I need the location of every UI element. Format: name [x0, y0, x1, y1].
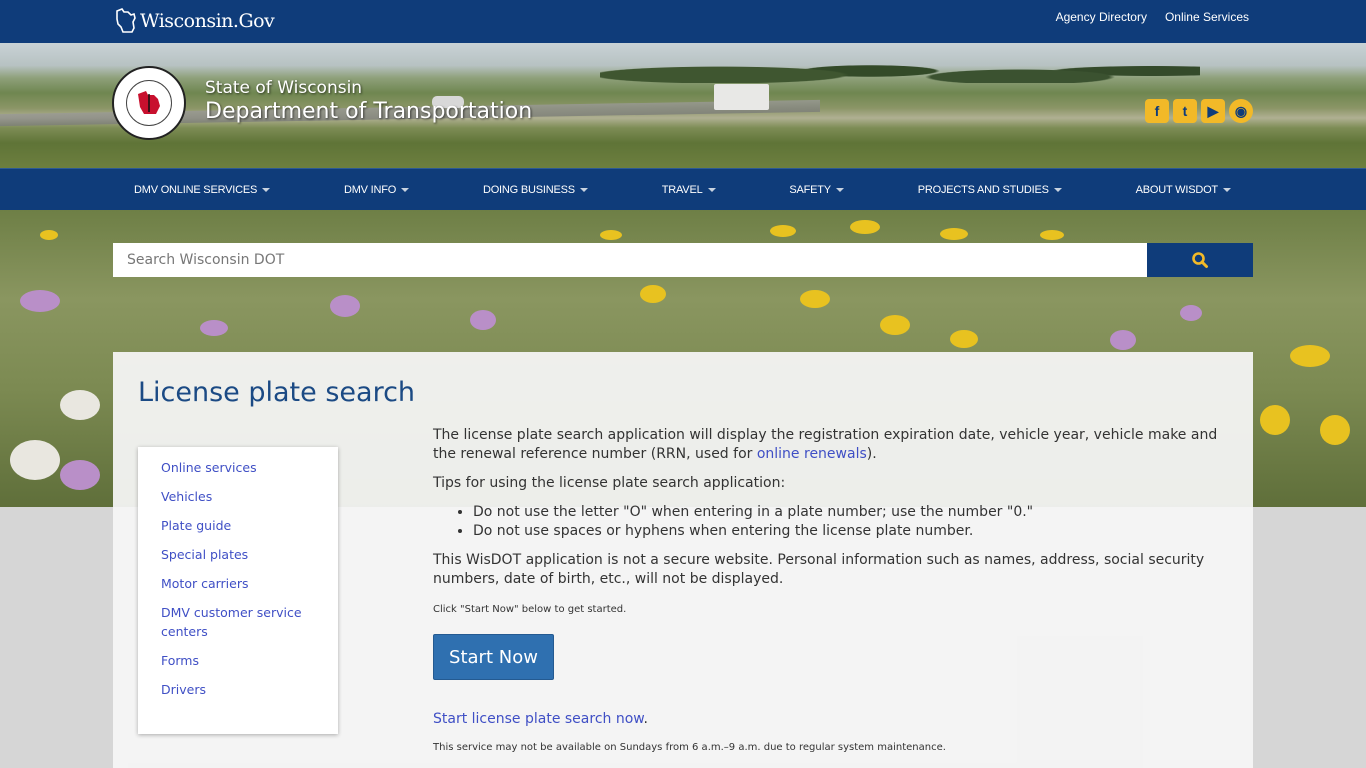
podcast-icon[interactable]: ◉ — [1229, 99, 1253, 123]
nav-label: TRAVEL — [661, 184, 703, 196]
flower — [1320, 415, 1350, 445]
nav-label: DMV INFO — [343, 184, 397, 196]
flower — [60, 390, 100, 420]
nav-label: SAFETY — [789, 184, 831, 196]
start-link-suffix: . — [643, 711, 648, 727]
caret-down-icon — [835, 188, 844, 192]
nav-item-dmv-info[interactable]: DMV INFO — [330, 184, 423, 196]
content-panel: License plate search Online services Veh… — [113, 352, 1253, 768]
flower — [40, 230, 58, 240]
maintenance-note: This service may not be available on Sun… — [433, 742, 946, 753]
main-content: The license plate search application wil… — [433, 426, 1233, 765]
flower — [940, 228, 968, 240]
online-renewals-link[interactable]: online renewals — [757, 446, 867, 462]
flower — [1040, 230, 1064, 240]
department-title[interactable]: State of Wisconsin Department of Transpo… — [205, 78, 532, 124]
flower — [800, 290, 830, 308]
flower — [1180, 305, 1202, 321]
facebook-icon[interactable]: f — [1145, 99, 1169, 123]
sidebar-item-motor-carriers[interactable]: Motor carriers — [138, 571, 338, 596]
flower — [330, 295, 360, 317]
online-services-link[interactable]: Online Services — [1165, 10, 1249, 24]
banner-truck — [714, 84, 769, 110]
security-note: This WisDOT application is not a secure … — [433, 552, 1205, 587]
flower — [1110, 330, 1136, 350]
nav-item-safety[interactable]: SAFETY — [775, 184, 858, 196]
youtube-icon[interactable]: ▶ — [1201, 99, 1225, 123]
site-search — [113, 243, 1253, 277]
wisdot-seal-logo[interactable] — [112, 66, 186, 140]
banner-trees — [600, 43, 1200, 83]
nav-item-doing-business[interactable]: DOING BUSINESS — [469, 184, 602, 196]
top-links: Agency Directory Online Services — [1056, 10, 1249, 24]
tips-heading: Tips for using the license plate search … — [433, 475, 786, 491]
nav-item-dmv-online-services[interactable]: DMV ONLINE SERVICES — [120, 184, 284, 196]
intro-suffix: ). — [866, 446, 877, 462]
sidebar-item-vehicles[interactable]: Vehicles — [138, 484, 338, 509]
sidebar-item-drivers[interactable]: Drivers — [138, 677, 338, 702]
search-input[interactable] — [113, 243, 1147, 277]
tip-item: Do not use the letter "O" when entering … — [473, 503, 1233, 522]
intro-paragraph: The license plate search application wil… — [433, 426, 1233, 464]
main-nav: DMV ONLINE SERVICES DMV INFO DOING BUSIN… — [0, 168, 1366, 210]
nav-item-travel[interactable]: TRAVEL — [648, 184, 730, 196]
header-banner: State of Wisconsin Department of Transpo… — [0, 43, 1366, 168]
sidebar-item-online-services[interactable]: Online services — [138, 455, 338, 480]
seal-inner — [126, 80, 172, 126]
caret-down-icon — [262, 188, 271, 192]
flower — [600, 230, 622, 240]
flower — [1290, 345, 1330, 367]
flower — [20, 290, 60, 312]
sidebar-item-special-plates[interactable]: Special plates — [138, 542, 338, 567]
agency-directory-link[interactable]: Agency Directory — [1056, 10, 1147, 24]
start-license-plate-search-link[interactable]: Start license plate search now — [433, 711, 643, 727]
start-link-paragraph: Start license plate search now. — [433, 710, 1233, 729]
sidebar-item-plate-guide[interactable]: Plate guide — [138, 513, 338, 538]
flower — [60, 460, 100, 490]
caret-down-icon — [1222, 188, 1231, 192]
flower — [640, 285, 666, 303]
nav-label: ABOUT WISDOT — [1135, 184, 1219, 196]
caret-down-icon — [707, 188, 716, 192]
sidebar-item-forms[interactable]: Forms — [138, 648, 338, 673]
wisconsin-gov-text: Wisconsin.Gov — [140, 10, 275, 32]
caret-down-icon — [1053, 188, 1062, 192]
search-icon — [1192, 252, 1208, 268]
wisconsin-state-icon — [116, 8, 136, 33]
tip-item: Do not use spaces or hyphens when enteri… — [473, 522, 1233, 541]
start-hint: Click "Start Now" below to get started. — [433, 604, 627, 615]
tips-list: Do not use the letter "O" when entering … — [473, 503, 1233, 541]
wisconsin-gov-logo[interactable]: Wisconsin.Gov — [114, 6, 275, 36]
search-button[interactable] — [1147, 243, 1253, 277]
start-now-button[interactable]: Start Now — [433, 634, 554, 680]
flower — [10, 440, 60, 480]
page-title: License plate search — [138, 377, 416, 408]
department-name: Department of Transportation — [205, 99, 533, 124]
side-nav: Online services Vehicles Plate guide Spe… — [138, 447, 338, 734]
nav-label: DOING BUSINESS — [482, 184, 575, 196]
flower — [770, 225, 796, 237]
nav-item-projects-and-studies[interactable]: PROJECTS AND STUDIES — [904, 184, 1076, 196]
seal-emblem-icon — [138, 91, 160, 114]
caret-down-icon — [401, 188, 410, 192]
flower — [200, 320, 228, 336]
flower — [1260, 405, 1290, 435]
caret-down-icon — [579, 188, 588, 192]
social-links: f t ▶ ◉ — [1145, 99, 1253, 123]
top-bar: Wisconsin.Gov Agency Directory Online Se… — [0, 0, 1366, 43]
sidebar-item-dmv-customer-service-centers[interactable]: DMV customer service centers — [138, 600, 338, 644]
nav-item-about-wisdot[interactable]: ABOUT WISDOT — [1122, 184, 1245, 196]
nav-label: PROJECTS AND STUDIES — [917, 184, 1049, 196]
nav-label: DMV ONLINE SERVICES — [134, 184, 258, 196]
flower — [950, 330, 978, 348]
flower — [850, 220, 880, 234]
flower — [470, 310, 496, 330]
state-name: State of Wisconsin — [205, 78, 363, 98]
flower — [880, 315, 910, 335]
twitter-icon[interactable]: t — [1173, 99, 1197, 123]
